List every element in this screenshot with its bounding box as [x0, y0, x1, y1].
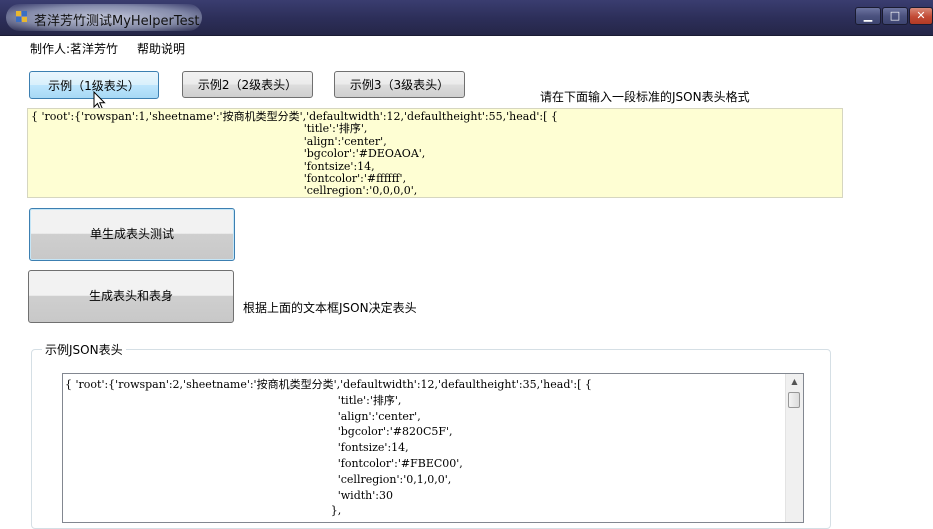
minimize-button[interactable]: ▁	[855, 7, 881, 25]
decide-header-hint: 根据上面的文本框JSON决定表头	[243, 301, 417, 315]
scroll-up-arrow-icon[interactable]: ▲	[786, 374, 803, 390]
json-input-hint: 请在下面输入一段标准的JSON表头格式	[540, 90, 750, 104]
maximize-button[interactable]: □	[882, 7, 908, 25]
app-icon	[16, 11, 27, 22]
scroll-thumb[interactable]	[788, 392, 800, 408]
close-button[interactable]: ✕	[909, 7, 933, 25]
window-titlebar[interactable]: 茗洋芳竹测试MyHelperTest ▁ □ ✕	[0, 0, 933, 36]
window-title: 茗洋芳竹测试MyHelperTest	[34, 14, 200, 29]
generate-header-body-button[interactable]: 生成表头和表身	[28, 270, 234, 323]
menu-item-author[interactable]: 制作人:茗洋芳竹	[30, 40, 118, 57]
example3-button[interactable]: 示例3（3级表头）	[334, 71, 465, 98]
example2-button[interactable]: 示例2（2级表头）	[182, 71, 313, 98]
example-json-textbox[interactable]: { 'root':{'rowspan':2,'sheetname':'按商机类型…	[62, 373, 804, 523]
vertical-scrollbar[interactable]: ▲	[785, 374, 803, 522]
example-json-text: { 'root':{'rowspan':2,'sheetname':'按商机类型…	[65, 378, 592, 518]
json-input-textbox[interactable]: { 'root':{'rowspan':1,'sheetname':'按商机类型…	[27, 108, 843, 198]
single-header-test-button[interactable]: 单生成表头测试	[29, 208, 235, 261]
json-input-text: { 'root':{'rowspan':1,'sheetname':'按商机类型…	[31, 110, 558, 198]
menu-item-help[interactable]: 帮助说明	[137, 40, 185, 57]
example-json-group-label: 示例JSON表头	[42, 341, 126, 358]
